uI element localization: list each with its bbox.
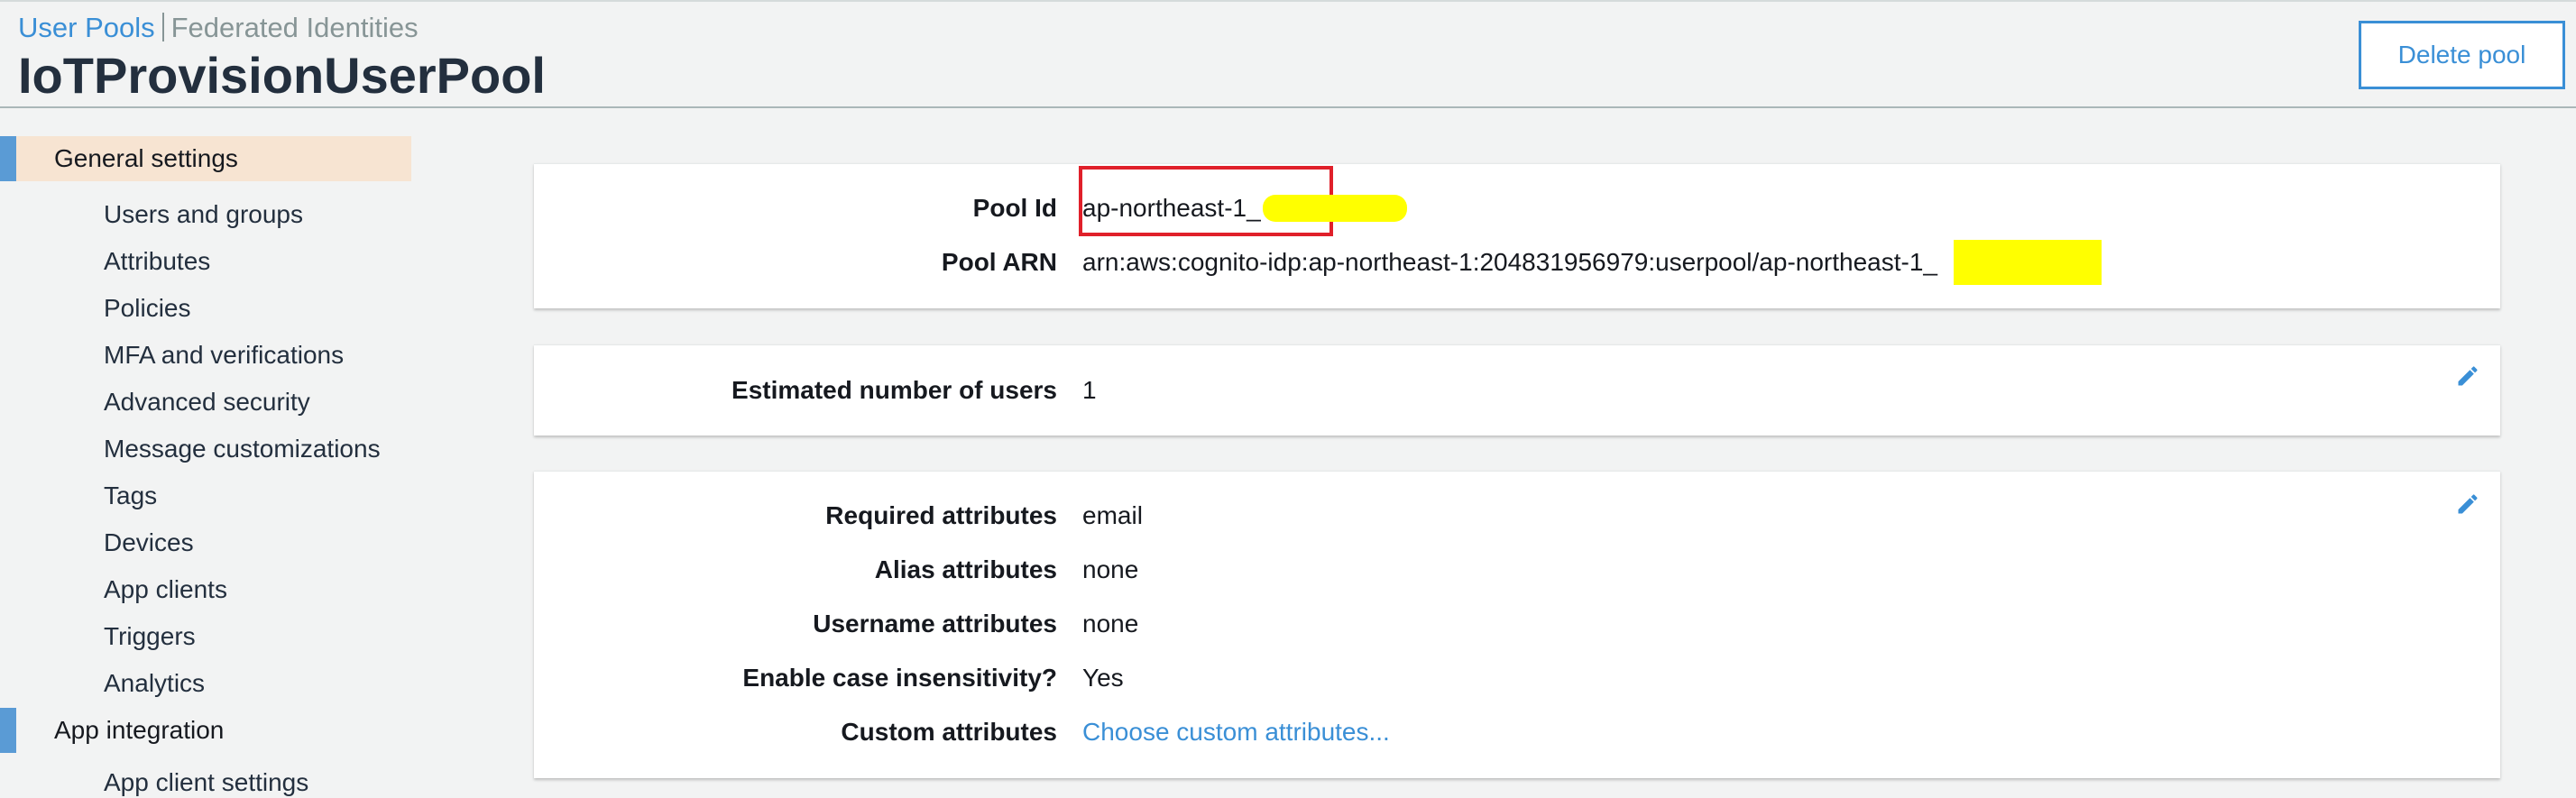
redaction-mark	[1954, 240, 2102, 285]
sidebar-item-message-customizations[interactable]: Message customizations	[104, 434, 381, 464]
pool-arn-label: Pool ARN	[941, 248, 1057, 276]
username-attributes-label: Username attributes	[813, 610, 1057, 637]
page-header: User Pools Federated Identities IoTProvis…	[0, 0, 2576, 108]
pool-id-label: Pool Id	[972, 194, 1057, 222]
redaction-mark	[1263, 195, 1407, 222]
sidebar-item-app-client-settings[interactable]: App client settings	[104, 767, 308, 798]
attributes-panel: Required attributes email Alias attribut…	[534, 471, 2500, 778]
choose-custom-attributes-link[interactable]: Choose custom attributes...	[1082, 717, 1390, 748]
section-marker	[0, 708, 16, 753]
estimated-users-value: 1	[1082, 376, 1097, 404]
sidebar-item-analytics[interactable]: Analytics	[104, 668, 205, 699]
sidebar-item-mfa-and-verifications[interactable]: MFA and verifications	[104, 340, 344, 371]
alias-attributes-label: Alias attributes	[874, 555, 1057, 583]
case-insensitivity-value: Yes	[1082, 664, 1124, 692]
sidebar-section-app-integration[interactable]: App integration	[0, 708, 411, 753]
sidebar-item-attributes[interactable]: Attributes	[104, 246, 210, 277]
pool-info-panel: Pool Id ap-northeast-1_ Pool ARN arn:aws…	[534, 163, 2500, 308]
alias-attributes-value: none	[1082, 555, 1139, 583]
required-attributes-label: Required attributes	[825, 501, 1057, 529]
sidebar-nav: General settings Users and groups Attrib…	[0, 109, 424, 796]
sidebar-item-app-clients[interactable]: App clients	[104, 574, 227, 605]
breadcrumb: User Pools Federated Identities	[18, 11, 419, 45]
users-panel: Estimated number of users 1	[534, 344, 2500, 436]
sidebar-item-triggers[interactable]: Triggers	[104, 621, 196, 652]
pool-id-value: ap-northeast-1_	[1082, 194, 1261, 222]
estimated-users-label: Estimated number of users	[731, 376, 1057, 404]
sidebar-item-advanced-security[interactable]: Advanced security	[104, 387, 310, 417]
sidebar-item-users-and-groups[interactable]: Users and groups	[104, 199, 303, 230]
sidebar-section-label: App integration	[54, 716, 225, 744]
sidebar-section-general-settings[interactable]: General settings	[0, 136, 411, 181]
case-insensitivity-label: Enable case insensitivity?	[742, 664, 1057, 692]
crumb-user-pools[interactable]: User Pools	[18, 12, 155, 43]
custom-attributes-label: Custom attributes	[841, 718, 1057, 746]
sidebar-item-devices[interactable]: Devices	[104, 527, 194, 558]
delete-pool-button[interactable]: Delete pool	[2359, 21, 2565, 89]
username-attributes-value: none	[1082, 610, 1139, 637]
required-attributes-value: email	[1082, 501, 1143, 529]
sidebar-item-tags[interactable]: Tags	[104, 481, 157, 511]
pencil-icon[interactable]	[2455, 363, 2480, 389]
pencil-icon[interactable]	[2455, 491, 2480, 517]
sidebar-section-label: General settings	[54, 144, 238, 172]
section-marker	[0, 136, 16, 181]
page-title: IoTProvisionUserPool	[18, 47, 546, 104]
crumb-divider	[161, 13, 164, 41]
pool-arn-value: arn:aws:cognito-idp:ap-northeast-1:20483…	[1082, 248, 1937, 276]
sidebar-item-policies[interactable]: Policies	[104, 293, 190, 324]
crumb-federated-identities[interactable]: Federated Identities	[171, 12, 419, 43]
